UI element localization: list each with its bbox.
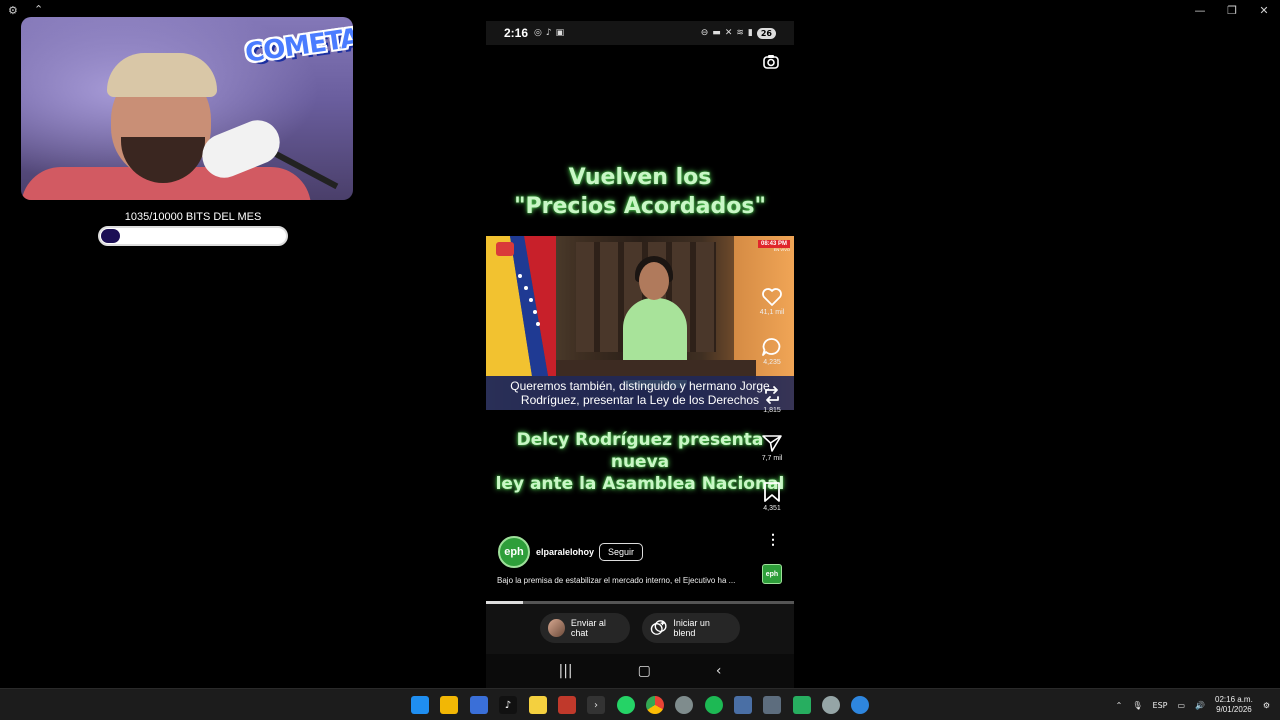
media-app-icon[interactable] <box>558 696 576 714</box>
save-button[interactable]: 4,351 <box>756 481 788 512</box>
like-button[interactable]: 41,1 mil <box>756 287 788 316</box>
back-icon[interactable]: ‹ <box>716 663 722 679</box>
terminal-icon[interactable]: › <box>587 696 605 714</box>
heart-icon <box>762 288 782 306</box>
tiktok-icon: ♪ <box>545 28 552 38</box>
bits-progress-bar <box>98 226 288 246</box>
bits-progress-fill <box>101 229 121 243</box>
video-frame[interactable]: 08:43 PM EN VIVO Queremos también, disti… <box>486 236 794 410</box>
whatsapp-icon[interactable] <box>617 696 635 714</box>
settings-icon[interactable]: ⚙ <box>8 4 18 17</box>
more-options-icon[interactable]: ⋮ <box>766 531 780 548</box>
signal-icon: ▮ <box>747 28 753 38</box>
subtitle-line-1: Queremos también, distinguido y hermano … <box>510 379 770 393</box>
recents-icon[interactable]: ||| <box>559 663 573 679</box>
avatar <box>548 619 565 637</box>
file-explorer-icon[interactable] <box>440 696 458 714</box>
headline-top: Vuelven los "Precios Acordados" <box>486 163 794 221</box>
send-to-chat-label: Enviar al chat <box>570 618 606 638</box>
window-app-icon[interactable] <box>734 696 752 714</box>
blend-icon <box>650 620 667 635</box>
active-app-icon[interactable] <box>851 696 869 714</box>
bed-icon: ▬ <box>712 28 721 38</box>
like-count: 41,1 mil <box>759 309 785 316</box>
obs-icon[interactable] <box>822 696 840 714</box>
language-indicator[interactable]: ESP <box>1153 701 1168 710</box>
headline-bottom-line-2: ley ante la Asamblea Nacional <box>495 474 785 494</box>
bookmark-icon <box>764 482 780 502</box>
system-tray: ⌃ 🎙 ESP ▭ 🔊 02:16 a.m. 9/01/2026 ⚙ <box>1116 689 1270 720</box>
profile-avatar[interactable]: eph <box>498 536 530 568</box>
headline-bottom-line-1: Delcy Rodríguez presenta nueva <box>516 430 764 472</box>
share-button[interactable]: 7,7 mil <box>756 433 788 462</box>
comment-count: 4,235 <box>763 359 781 366</box>
sticky-notes-icon[interactable] <box>529 696 547 714</box>
audio-thumbnail[interactable]: eph <box>762 564 782 584</box>
shield-app-icon[interactable] <box>675 696 693 714</box>
share-count: 7,7 mil <box>761 455 783 462</box>
bits-goal-label: 1035/10000 BITS DEL MES <box>124 211 262 223</box>
dnd-icon: ⊖ <box>700 28 709 38</box>
chevron-up-icon[interactable]: ⌃ <box>1116 701 1123 710</box>
comment-button[interactable]: 4,235 <box>756 337 788 366</box>
send-icon <box>762 435 782 452</box>
action-bar: Enviar al chat Iniciar un blend <box>486 604 794 654</box>
repost-icon <box>765 386 779 404</box>
desktop: ⚙ ⌃ — ❐ ✕ COMETA 1035/10000 BITS DEL MES… <box>0 0 1280 720</box>
instagram-icon: ◎ <box>534 28 542 38</box>
status-time: 2:16 <box>504 26 529 40</box>
android-nav-bar: ||| ▢ ‹ <box>486 654 794 688</box>
taskbar: ♪ › ⌃ 🎙 ESP ▭ 🔊 02:16 a.m. 9/01/2026 ⚙ <box>0 688 1280 720</box>
microphone-icon[interactable]: 🎙 <box>1132 701 1142 710</box>
repost-button[interactable]: 1,815 <box>756 385 788 414</box>
save-count: 4,351 <box>763 505 781 512</box>
status-bar: 2:16 ◎ ♪ ▣ ⊖ ▬ ✕ ≋ ▮ 26 <box>486 21 794 45</box>
start-blend-button[interactable]: Iniciar un blend <box>642 613 740 643</box>
phone-screen: 2:16 ◎ ♪ ▣ ⊖ ▬ ✕ ≋ ▮ 26 Vuelven los "Pre… <box>486 21 794 688</box>
headline-top-line-2: "Precios Acordados" <box>514 194 766 219</box>
clock-date: 9/01/2026 <box>1216 705 1252 714</box>
notification-icon[interactable]: ⚙ <box>1263 701 1270 710</box>
chrome-icon[interactable] <box>646 696 664 714</box>
subtitle-line-2: Rodríguez, presentar la Ley de los Derec… <box>520 393 760 407</box>
battery-icon: 26 <box>756 27 776 39</box>
headline-bottom: Delcy Rodríguez presenta nueva ley ante … <box>486 429 794 495</box>
store-icon[interactable] <box>470 696 488 714</box>
comment-icon <box>762 338 781 356</box>
video-subtitle: Queremos también, distinguido y hermano … <box>486 376 794 410</box>
post-caption[interactable]: Bajo la premisa de estabilizar el mercad… <box>497 576 757 585</box>
minimize-icon[interactable]: — <box>1184 0 1216 20</box>
mute-icon: ✕ <box>724 28 733 38</box>
pin-icon[interactable]: ⌃ <box>34 3 43 16</box>
repost-count: 1,815 <box>763 407 781 414</box>
channel-logo <box>496 242 514 256</box>
camera-icon[interactable] <box>762 53 780 71</box>
spotify-icon[interactable] <box>705 696 723 714</box>
start-icon[interactable] <box>411 696 429 714</box>
follow-button[interactable]: Seguir <box>599 543 643 561</box>
send-to-chat-button[interactable]: Enviar al chat <box>540 613 630 643</box>
venezuela-flag <box>486 236 556 376</box>
webcam-feed: COMETA <box>21 17 353 200</box>
game-app-icon[interactable] <box>793 696 811 714</box>
wifi-icon: ≋ <box>736 28 744 38</box>
app-icon[interactable] <box>763 696 781 714</box>
network-icon[interactable]: ▭ <box>1177 701 1185 710</box>
username[interactable]: elparalelohoy <box>536 547 594 557</box>
clock-time: 02:16 a.m. <box>1215 695 1253 704</box>
window-controls: — ❐ ✕ <box>1184 0 1280 20</box>
twitch-icon: ▣ <box>555 28 565 38</box>
tiktok-app-icon[interactable]: ♪ <box>499 696 517 714</box>
headline-top-line-1: Vuelven los <box>568 165 712 190</box>
home-icon[interactable]: ▢ <box>638 663 651 679</box>
volume-icon[interactable]: 🔊 <box>1195 701 1205 710</box>
start-blend-label: Iniciar un blend <box>673 618 710 638</box>
restore-icon[interactable]: ❐ <box>1216 0 1248 20</box>
close-icon[interactable]: ✕ <box>1248 0 1280 20</box>
clock[interactable]: 02:16 a.m. 9/01/2026 <box>1215 695 1253 715</box>
live-badge-sub: EN VIVO <box>773 247 790 252</box>
